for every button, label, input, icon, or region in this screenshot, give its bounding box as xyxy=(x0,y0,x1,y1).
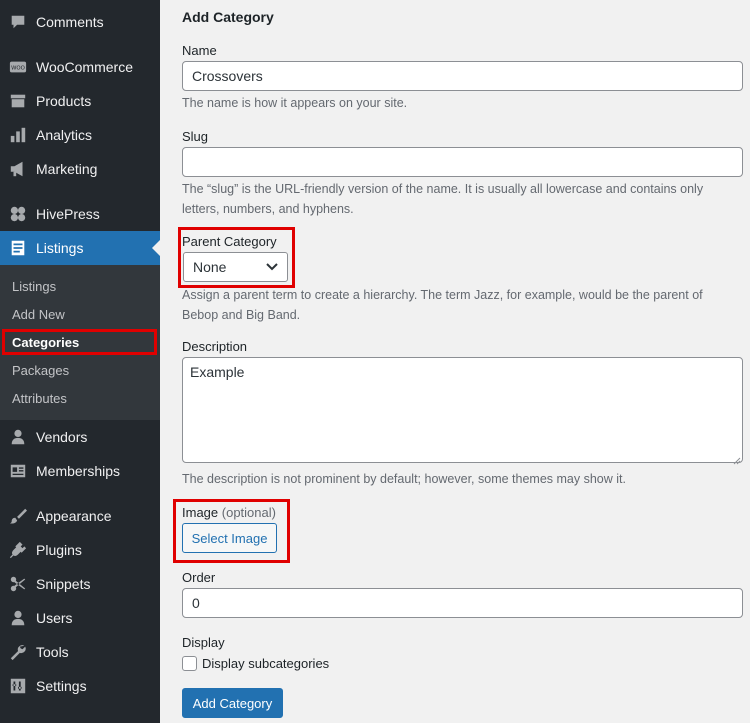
sidebar-item-label: Snippets xyxy=(36,576,91,592)
id-card-icon xyxy=(8,461,28,481)
sidebar-item-label: WooCommerce xyxy=(36,59,133,75)
sidebar-item-label: Comments xyxy=(36,14,104,30)
sidebar-item-label: HivePress xyxy=(36,206,100,222)
sidebar-item-settings[interactable]: Settings xyxy=(0,669,160,703)
hive-icon xyxy=(8,204,28,224)
sidebar-item-label: Memberships xyxy=(36,463,121,479)
plug-icon xyxy=(8,540,28,560)
wrench-icon xyxy=(8,642,28,662)
slug-label: Slug xyxy=(182,129,209,144)
sidebar-item-label: Vendors xyxy=(36,429,88,445)
sidebar-item-label: Users xyxy=(36,610,73,626)
sidebar-item-memberships[interactable]: Memberships xyxy=(0,454,160,488)
sidebar-item-label: Settings xyxy=(36,678,87,694)
add-category-button[interactable]: Add Category xyxy=(182,688,283,718)
parent-category-help-text: Assign a parent term to create a hierarc… xyxy=(182,288,703,322)
image-highlight-box xyxy=(173,499,290,563)
user-icon xyxy=(8,608,28,628)
display-label: Display xyxy=(182,635,225,650)
sidebar-item-analytics[interactable]: Analytics xyxy=(0,118,160,152)
woo-icon: WOO xyxy=(8,57,28,77)
name-input[interactable]: Crossovers xyxy=(182,61,743,91)
parent-category-highlight-box xyxy=(178,227,295,288)
sidebar-item-label: Analytics xyxy=(36,127,93,143)
box-icon xyxy=(8,91,28,111)
description-help-text: The description is not prominent by defa… xyxy=(182,472,626,486)
sidebar-item-woocommerce[interactable]: WOO WooCommerce xyxy=(0,50,160,84)
sidebar-item-listings[interactable]: Listings xyxy=(0,231,160,265)
person-icon xyxy=(8,427,28,447)
submenu-item-add-new[interactable]: Add New xyxy=(12,307,65,322)
sidebar-item-label: Marketing xyxy=(36,161,98,177)
resize-handle-icon[interactable] xyxy=(733,452,741,465)
sidebar-item-label: Tools xyxy=(36,644,69,660)
description-label: Description xyxy=(182,339,248,354)
sidebar-item-marketing[interactable]: Marketing xyxy=(0,152,160,186)
submenu-item-attributes[interactable]: Attributes xyxy=(12,391,67,406)
comment-icon xyxy=(8,12,28,32)
paintbrush-icon xyxy=(8,506,28,526)
submenu-item-listings[interactable]: Listings xyxy=(12,279,56,294)
bar-chart-icon xyxy=(8,125,28,145)
admin-sidebar: Comments WOO WooCommerce Products Analyt… xyxy=(0,0,160,723)
sidebar-item-label: Products xyxy=(36,93,92,109)
sidebar-item-products[interactable]: Products xyxy=(0,84,160,118)
sidebar-item-label: Listings xyxy=(36,240,84,256)
sidebar-item-tools[interactable]: Tools xyxy=(0,635,160,669)
svg-text:WOO: WOO xyxy=(11,65,25,71)
sidebar-item-appearance[interactable]: Appearance xyxy=(0,499,160,533)
sidebar-item-plugins[interactable]: Plugins xyxy=(0,533,160,567)
order-input[interactable]: 0 xyxy=(182,588,743,618)
name-help-text: The name is how it appears on your site. xyxy=(182,96,408,110)
order-label: Order xyxy=(182,570,216,585)
listing-icon xyxy=(8,238,28,258)
name-label: Name xyxy=(182,43,217,58)
sidebar-item-hivepress[interactable]: HivePress xyxy=(0,197,160,231)
description-textarea[interactable]: Example xyxy=(182,357,743,463)
sidebar-item-label: Plugins xyxy=(36,542,82,558)
sidebar-item-comments[interactable]: Comments xyxy=(0,5,160,39)
submenu-item-packages[interactable]: Packages xyxy=(12,363,69,378)
form-heading: Add Category xyxy=(182,9,274,25)
megaphone-icon xyxy=(8,159,28,179)
sidebar-item-vendors[interactable]: Vendors xyxy=(0,420,160,454)
scissors-icon xyxy=(8,574,28,594)
sidebar-item-label: Appearance xyxy=(36,508,112,524)
display-subcategories-label[interactable]: Display subcategories xyxy=(202,656,329,671)
categories-highlight-box xyxy=(2,329,157,355)
settings-icon xyxy=(8,676,28,696)
display-subcategories-checkbox[interactable] xyxy=(182,656,197,671)
slug-input[interactable] xyxy=(182,147,743,177)
slug-help-text: The “slug” is the URL-friendly version o… xyxy=(182,182,704,216)
sidebar-item-snippets[interactable]: Snippets xyxy=(0,567,160,601)
sidebar-item-users[interactable]: Users xyxy=(0,601,160,635)
